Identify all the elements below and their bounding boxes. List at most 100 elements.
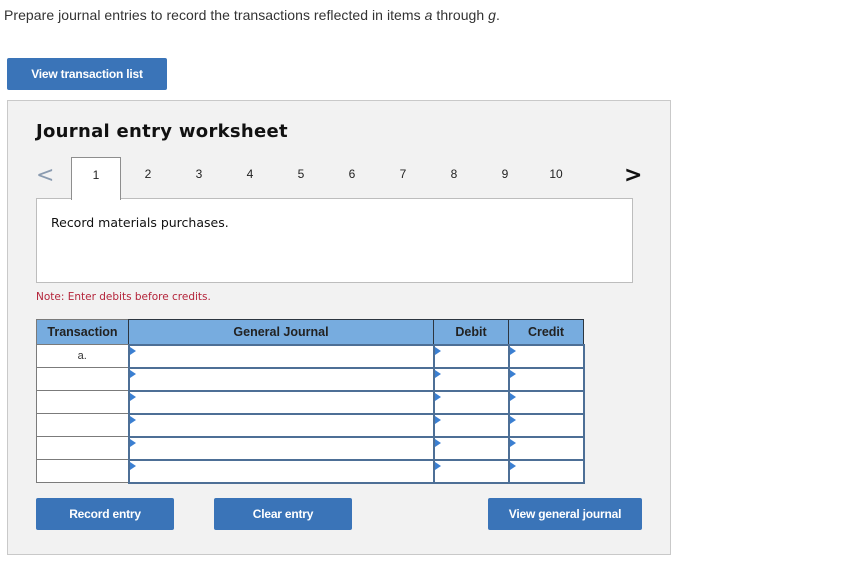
note-text: Note: Enter debits before credits. [36, 291, 211, 303]
tab-label: 2 [144, 167, 152, 181]
instructions-prefix: Prepare journal entries to record the tr… [4, 7, 425, 23]
debit-input[interactable] [434, 391, 508, 413]
debit-input[interactable] [434, 368, 508, 390]
tab-2[interactable]: 2 [123, 157, 173, 199]
credit-cell [507, 412, 585, 438]
credit-input[interactable] [509, 460, 583, 482]
table-row [36, 366, 585, 392]
transaction-cell [36, 367, 129, 391]
debit-cell [432, 343, 510, 369]
view-general-journal-button[interactable]: View general journal [488, 498, 642, 530]
account-input[interactable] [129, 437, 433, 459]
dropdown-marker-icon [434, 392, 441, 401]
tab-8[interactable]: 8 [429, 157, 479, 199]
debit-cell [432, 412, 510, 438]
tab-label: 10 [549, 167, 563, 181]
debit-cell [432, 389, 510, 415]
dropdown-marker-icon [129, 392, 136, 401]
tab-9[interactable]: 9 [480, 157, 530, 199]
header-general-journal: General Journal [128, 319, 434, 345]
tab-4[interactable]: 4 [225, 157, 275, 199]
dropdown-marker-icon [509, 346, 516, 355]
tab-5[interactable]: 5 [276, 157, 326, 199]
tab-label: 1 [92, 168, 100, 182]
dropdown-marker-icon [434, 438, 441, 447]
account-input[interactable] [129, 368, 433, 390]
clear-entry-button[interactable]: Clear entry [214, 498, 352, 530]
chevron-left-icon[interactable]: < [36, 163, 54, 188]
tab-label: 9 [501, 167, 509, 181]
tab-6[interactable]: 6 [327, 157, 377, 199]
tab-label: 5 [297, 167, 305, 181]
transaction-cell [36, 413, 129, 437]
table-row [36, 435, 585, 461]
debit-cell [432, 366, 510, 392]
instructions-suffix: . [496, 7, 500, 23]
account-input[interactable] [129, 391, 433, 413]
dropdown-marker-icon [509, 438, 516, 447]
credit-cell [507, 366, 585, 392]
tab-1[interactable]: 1 [71, 157, 121, 200]
dropdown-marker-icon [129, 461, 136, 470]
credit-input[interactable] [509, 437, 583, 459]
header-transaction: Transaction [36, 319, 129, 345]
credit-cell [507, 389, 585, 415]
table-row [36, 412, 585, 438]
tab-7[interactable]: 7 [378, 157, 428, 199]
account-input[interactable] [129, 345, 433, 367]
chevron-right-icon[interactable]: > [624, 163, 642, 188]
credit-cell [507, 458, 585, 484]
account-input[interactable] [129, 414, 433, 436]
credit-cell [507, 435, 585, 461]
transaction-cell: a. [36, 344, 129, 368]
table-row [36, 389, 585, 415]
worksheet-tabs: < 1 2 3 4 5 6 7 8 9 10 > [8, 157, 670, 200]
dropdown-marker-icon [509, 461, 516, 470]
tab-3[interactable]: 3 [174, 157, 224, 199]
dropdown-marker-icon [129, 438, 136, 447]
view-transaction-list-button[interactable]: View transaction list [7, 58, 167, 90]
debit-cell [432, 458, 510, 484]
credit-input[interactable] [509, 345, 583, 367]
transaction-description-box: Record materials purchases. [36, 198, 633, 283]
debit-input[interactable] [434, 345, 508, 367]
dropdown-marker-icon [129, 415, 136, 424]
header-credit: Credit [508, 319, 584, 345]
debit-cell [432, 435, 510, 461]
credit-input[interactable] [509, 368, 583, 390]
tab-label: 8 [450, 167, 458, 181]
transaction-description: Record materials purchases. [51, 215, 229, 230]
tab-label: 6 [348, 167, 356, 181]
account-cell [127, 412, 435, 438]
header-debit: Debit [433, 319, 509, 345]
dropdown-marker-icon [434, 415, 441, 424]
debit-input[interactable] [434, 460, 508, 482]
account-cell [127, 389, 435, 415]
dropdown-marker-icon [509, 392, 516, 401]
transaction-cell [36, 436, 129, 460]
account-input[interactable] [129, 460, 433, 482]
debit-input[interactable] [434, 414, 508, 436]
credit-input[interactable] [509, 414, 583, 436]
credit-input[interactable] [509, 391, 583, 413]
dropdown-marker-icon [509, 415, 516, 424]
account-cell [127, 343, 435, 369]
dropdown-marker-icon [434, 346, 441, 355]
account-cell [127, 435, 435, 461]
account-cell [127, 458, 435, 484]
transaction-cell [36, 390, 129, 414]
dropdown-marker-icon [434, 369, 441, 378]
transaction-cell [36, 459, 129, 483]
account-cell [127, 366, 435, 392]
instructions-middle: through [432, 7, 489, 23]
instructions-item-end: g [488, 7, 497, 23]
journal-entry-worksheet-panel: Journal entry worksheet < 1 2 3 4 5 6 7 … [7, 100, 671, 555]
dropdown-marker-icon [129, 346, 136, 355]
credit-cell [507, 343, 585, 369]
tab-label: 3 [195, 167, 203, 181]
dropdown-marker-icon [434, 461, 441, 470]
tab-10[interactable]: 10 [531, 157, 581, 199]
worksheet-title: Journal entry worksheet [36, 121, 288, 142]
record-entry-button[interactable]: Record entry [36, 498, 174, 530]
debit-input[interactable] [434, 437, 508, 459]
